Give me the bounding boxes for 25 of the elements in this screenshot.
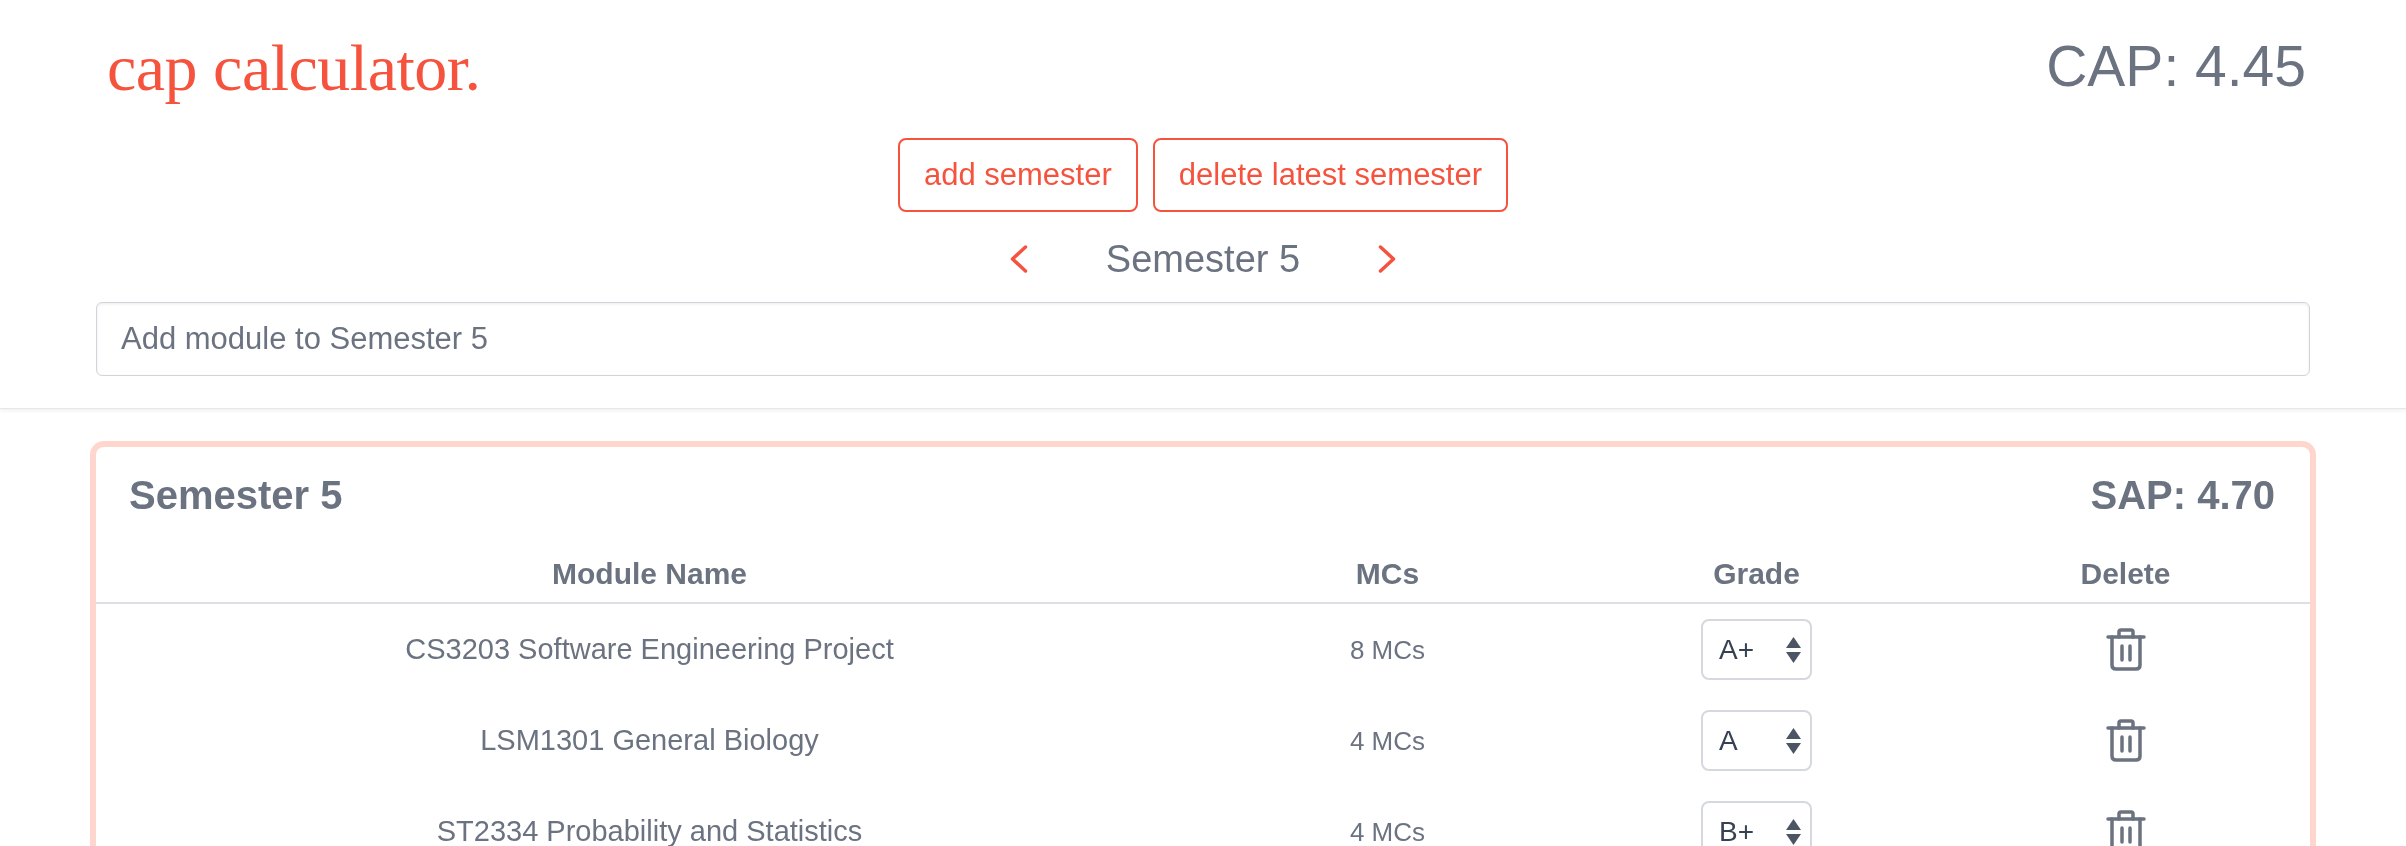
trash-icon[interactable]: [2105, 719, 2146, 762]
up-down-arrows-icon: [1786, 818, 1801, 845]
column-header: Delete: [2080, 558, 2171, 589]
trash-icon[interactable]: [2105, 810, 2146, 846]
semester-label: Semester 5: [1105, 240, 1301, 278]
column-header: Module Name: [552, 558, 747, 589]
semester-title: Semester 5: [129, 475, 343, 515]
module-credits: 8 MCs: [1349, 636, 1426, 663]
module-name: LSM1301 General Biology: [480, 726, 819, 755]
chevron-left-icon[interactable]: [1009, 245, 1028, 273]
chevron-right-icon[interactable]: [1378, 245, 1397, 273]
module-credits: 4 MCs: [1349, 727, 1426, 754]
add-module-field[interactable]: Add module to Semester 5: [96, 302, 2310, 376]
module-credits: 4 MCs: [1349, 818, 1426, 845]
sap-score: SAP: 4.70: [2090, 475, 2275, 515]
grade-select[interactable]: B+: [1701, 801, 1812, 846]
trash-icon[interactable]: [2105, 628, 2146, 671]
grade-select[interactable]: A: [1701, 710, 1812, 771]
up-down-arrows-icon: [1786, 727, 1801, 754]
module-name: CS3203 Software Engineering Project: [405, 635, 894, 664]
cap-score: CAP: 4.45: [2046, 38, 2306, 95]
column-header: MCs: [1355, 558, 1420, 589]
up-down-arrows-icon: [1786, 636, 1801, 663]
grade-select[interactable]: A+: [1701, 619, 1812, 680]
column-header: Grade: [1713, 558, 1800, 589]
